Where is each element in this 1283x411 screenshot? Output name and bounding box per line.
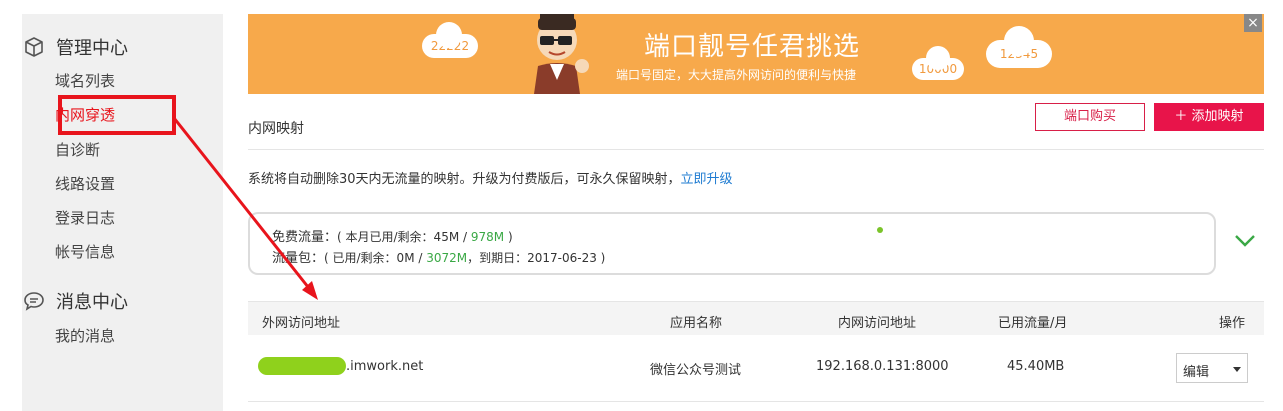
free-traffic-label: 免费流量： — [272, 230, 338, 245]
message-section-header: 消息中心 — [22, 288, 128, 314]
banner-close-button[interactable]: × — [1244, 14, 1262, 32]
sidebar-item-route-settings[interactable]: 线路设置 — [55, 174, 115, 194]
traffic-pack-line: 流量包：( 已用/剩余：0M / 3072M，到期日：2017-06-23 ) — [272, 247, 605, 266]
action-select-value: 编辑 — [1183, 365, 1210, 380]
sidebar-item-diagnosis[interactable]: 自诊断 — [55, 140, 100, 160]
traffic-used: 45.40MB — [1007, 359, 1065, 374]
external-address[interactable]: .imwork.net — [346, 359, 423, 374]
traffic-quota-panel: 免费流量：( 本月已用/剩余：45M / 978M ) 流量包：( 已用/剩余：… — [248, 212, 1216, 275]
traffic-pack-label: 流量包： — [272, 251, 325, 266]
chevron-down-icon[interactable] — [1234, 234, 1256, 248]
col-action: 操作 — [1219, 316, 1246, 331]
highlight-box — [58, 95, 176, 135]
traffic-pack-used: ( 已用/剩余：0M / — [324, 251, 427, 265]
free-traffic-total: 978M — [470, 230, 505, 244]
status-dot — [877, 227, 883, 233]
col-app-name: 应用名称 — [670, 316, 723, 331]
page-title: 内网映射 — [248, 121, 304, 137]
col-traffic: 已用流量/月 — [998, 316, 1068, 331]
caret-down-icon — [1233, 367, 1241, 372]
notice-message: 系统将自动删除30天内无流量的映射。升级为付费版后，可永久保留映射， — [248, 172, 681, 187]
promo-banner[interactable]: 22222 端口靓号任君挑选 端口号固定，大大提高外网访问的便利与快捷 1000… — [248, 14, 1264, 94]
notice-text: 系统将自动删除30天内无流量的映射。升级为付费版后，可永久保留映射，立即升级 — [248, 168, 733, 187]
redacted-subdomain — [258, 357, 346, 375]
cube-icon — [25, 37, 43, 57]
sidebar-item-my-messages[interactable]: 我的消息 — [55, 326, 115, 346]
sidebar-item-domain-list[interactable]: 域名列表 — [55, 71, 115, 91]
port-buy-button[interactable]: 端口购买 — [1035, 103, 1145, 131]
free-traffic-close: ) — [504, 230, 513, 244]
banner-title: 端口靓号任君挑选 — [644, 32, 861, 62]
traffic-pack-total: 3072M — [426, 251, 468, 265]
col-external-address: 外网访问地址 — [262, 316, 341, 331]
cloud-number-3: 12345 — [986, 26, 1052, 68]
sidebar — [22, 14, 223, 411]
sidebar-item-login-log[interactable]: 登录日志 — [55, 208, 115, 228]
table-header: 外网访问地址 应用名称 内网访问地址 已用流量/月 操作 — [248, 301, 1264, 335]
cloud-number-2: 10000 — [912, 46, 964, 80]
free-traffic-line: 免费流量：( 本月已用/剩余：45M / 978M ) — [272, 226, 513, 245]
chat-bubble-icon — [24, 292, 44, 311]
traffic-pack-expiry: ，到期日：2017-06-23 ) — [467, 251, 606, 265]
divider — [248, 149, 1264, 150]
free-traffic-used: ( 本月已用/剩余：45M / — [337, 230, 471, 244]
divider — [248, 401, 1264, 402]
admin-section-title: 管理中心 — [56, 38, 128, 59]
add-mapping-button[interactable]: ＋ 添加映射 — [1154, 103, 1264, 131]
action-select[interactable]: 编辑 — [1176, 353, 1248, 383]
app-name: 微信公众号测试 — [650, 363, 742, 378]
sidebar-item-account-info[interactable]: 帐号信息 — [55, 242, 115, 262]
admin-section-header: 管理中心 — [22, 34, 128, 60]
internal-address: 192.168.0.131:8000 — [816, 359, 949, 374]
upgrade-link[interactable]: 立即升级 — [681, 172, 733, 187]
cloud-number-1: 22222 — [422, 22, 478, 58]
col-internal-address: 内网访问地址 — [838, 316, 917, 331]
message-section-title: 消息中心 — [56, 292, 128, 313]
banner-subtitle: 端口号固定，大大提高外网访问的便利与快捷 — [616, 68, 857, 82]
mascot-illustration-icon — [534, 14, 589, 94]
